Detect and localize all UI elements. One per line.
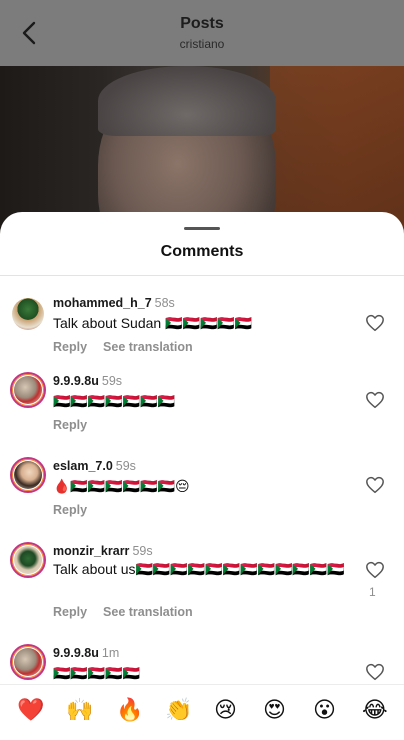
post-header: Posts cristiano	[0, 0, 404, 66]
avatar[interactable]	[10, 457, 46, 493]
avatar[interactable]	[10, 296, 46, 332]
comment-username[interactable]: mohammed_h_7	[53, 296, 152, 310]
comment-time: 59s	[101, 374, 123, 388]
heart-icon[interactable]	[365, 663, 385, 681]
comment-actions: Reply See translation	[53, 340, 193, 354]
heart-icon[interactable]	[365, 561, 385, 579]
comments-list[interactable]: mohammed_h_7 58s Talk about Sudan 🇸🇩🇸🇩🇸🇩🇸…	[0, 276, 404, 682]
see-translation-button[interactable]: See translation	[103, 340, 193, 354]
reply-button[interactable]: Reply	[53, 503, 87, 517]
comment-actions: Reply	[53, 418, 87, 432]
heart-icon[interactable]	[365, 476, 385, 494]
comment-meta: eslam_7.0 59s	[53, 459, 136, 473]
comment-time: 1m	[101, 646, 120, 660]
comment-username[interactable]: 9.9.9.8u	[53, 374, 99, 388]
clapping-hands-reaction[interactable]: 👏	[165, 698, 192, 724]
avatar[interactable]	[10, 372, 46, 408]
avatar[interactable]	[10, 542, 46, 578]
comment-actions: Reply See translation	[53, 605, 193, 619]
comment-item: eslam_7.0 59s 🩸🇸🇩🇸🇩🇸🇩🇸🇩🇸🇩🇸🇩😔 Reply	[0, 457, 404, 537]
comment-item: mohammed_h_7 58s Talk about Sudan 🇸🇩🇸🇩🇸🇩🇸…	[0, 286, 404, 361]
heart-eyes-reaction[interactable]: 😍	[263, 698, 286, 724]
comment-item: 9.9.9.8u 59s 🇸🇩🇸🇩🇸🇩🇸🇩🇸🇩🇸🇩🇸🇩 Reply	[0, 372, 404, 452]
comments-sheet: Comments mohammed_h_7 58s Talk about Suda…	[0, 212, 404, 740]
page-title: Posts	[180, 15, 224, 32]
reply-button[interactable]: Reply	[53, 340, 87, 354]
comment-meta: mohammed_h_7 58s	[53, 296, 175, 310]
crying-face-reaction[interactable]: 😢	[214, 698, 237, 724]
comment-username[interactable]: 9.9.9.8u	[53, 646, 99, 660]
comment-text: Talk about Sudan 🇸🇩🇸🇩🇸🇩🇸🇩🇸🇩	[53, 315, 253, 331]
avatar[interactable]	[10, 644, 46, 680]
comment-item: 9.9.9.8u 1m 🇸🇩🇸🇩🇸🇩🇸🇩🇸🇩	[0, 644, 404, 682]
comments-title: Comments	[160, 243, 244, 260]
reply-button[interactable]: Reply	[53, 605, 87, 619]
comment-meta: monzir_krarr 59s	[53, 544, 153, 558]
comment-username[interactable]: monzir_krarr	[53, 544, 129, 558]
comment-item: monzir_krarr 59s Talk about us🇸🇩🇸🇩🇸🇩🇸🇩🇸🇩🇸…	[0, 542, 404, 642]
raising-hands-reaction[interactable]: 🙌	[66, 698, 93, 724]
fire-reaction[interactable]: 🔥	[116, 698, 143, 724]
heart-icon[interactable]	[365, 314, 385, 332]
surprised-face-reaction[interactable]: 😮	[313, 698, 336, 724]
comment-meta: 9.9.9.8u 1m	[53, 646, 119, 660]
red-heart-reaction[interactable]: ❤️	[17, 698, 44, 724]
comment-text: 🩸🇸🇩🇸🇩🇸🇩🇸🇩🇸🇩🇸🇩😔	[53, 478, 190, 494]
comment-text: 🇸🇩🇸🇩🇸🇩🇸🇩🇸🇩	[53, 665, 141, 681]
photo-hair	[98, 66, 276, 136]
comment-time: 59s	[132, 544, 153, 558]
reaction-bar: ❤️ 🙌 🔥 👏 😢 😍 😮 😂	[0, 684, 404, 740]
reply-button[interactable]: Reply	[53, 418, 87, 432]
sheet-drag-handle[interactable]	[184, 227, 220, 230]
like-count: 1	[369, 585, 376, 599]
comment-time: 59s	[115, 459, 136, 473]
heart-icon[interactable]	[365, 391, 385, 409]
comment-time: 58s	[154, 296, 175, 310]
comment-meta: 9.9.9.8u 59s	[53, 374, 122, 388]
comment-text: Talk about us🇸🇩🇸🇩🇸🇩🇸🇩🇸🇩🇸🇩🇸🇩🇸🇩🇸🇩🇸🇩🇸🇩🇸🇩	[53, 561, 345, 577]
comment-actions: Reply	[53, 503, 87, 517]
laughing-tears-reaction[interactable]: 😂	[362, 698, 388, 724]
see-translation-button[interactable]: See translation	[103, 605, 193, 619]
comment-username[interactable]: eslam_7.0	[53, 459, 113, 473]
comment-text: 🇸🇩🇸🇩🇸🇩🇸🇩🇸🇩🇸🇩🇸🇩	[53, 393, 176, 409]
page-subtitle: cristiano	[179, 37, 225, 51]
